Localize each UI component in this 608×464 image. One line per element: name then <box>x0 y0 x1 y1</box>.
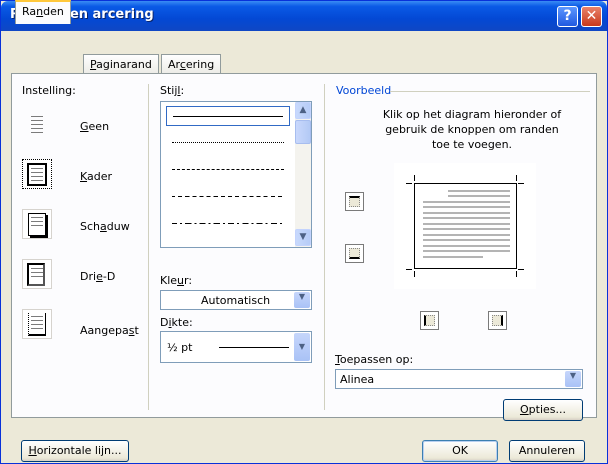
voorbeeld-instruction-2: gebruik de knoppen om randen <box>385 123 559 136</box>
setting-geen-icon[interactable] <box>22 109 52 139</box>
style-solid[interactable] <box>166 106 290 126</box>
tab-arcering[interactable]: Arcering <box>161 54 222 74</box>
voorbeeld-label: Voorbeeld <box>336 84 392 97</box>
setting-kader-label[interactable]: Kader <box>80 170 112 183</box>
stijl-listbox[interactable]: ▲ ▼ <box>160 101 312 248</box>
kleur-select[interactable]: Automatisch ▼ <box>160 290 312 310</box>
bottom-border-button[interactable] <box>345 244 364 263</box>
style-dashed[interactable] <box>166 187 290 207</box>
right-border-button[interactable] <box>488 311 507 330</box>
setting-driedim-label[interactable]: Drie-D <box>80 270 115 283</box>
style-dotted[interactable] <box>166 133 290 153</box>
chevron-down-icon[interactable]: ▼ <box>294 292 310 308</box>
scroll-thumb[interactable] <box>295 120 311 144</box>
setting-schaduw-label[interactable]: Schaduw <box>80 220 130 233</box>
setting-kader-icon[interactable] <box>22 159 52 189</box>
page-no-border-icon <box>28 113 46 136</box>
page-box-icon <box>27 163 47 186</box>
left-border-button[interactable] <box>420 311 439 330</box>
tab-paginarand[interactable]: Paginarand <box>83 54 159 74</box>
page-custom-icon <box>28 313 46 336</box>
voorbeeld-rule <box>390 91 590 92</box>
column-divider-2 <box>324 84 325 410</box>
style-fine-dash[interactable] <box>166 160 290 180</box>
setting-schaduw-icon[interactable] <box>22 209 52 239</box>
voorbeeld-instruction-3: toe te voegen. <box>431 138 513 151</box>
title-bar[interactable]: Randen en arcering ? ✕ <box>1 1 607 31</box>
voorbeeld-instruction-1: Klik op het diagram hieronder of <box>382 108 562 121</box>
setting-aangepast-label[interactable]: Aangepast <box>80 324 139 337</box>
stijl-label: Stijl: <box>160 84 185 97</box>
toepassen-select[interactable]: Alinea ▼ <box>335 369 583 389</box>
opties-button[interactable]: Opties... <box>503 399 583 421</box>
dikte-select[interactable]: ½ pt ▼ <box>160 331 312 363</box>
close-icon[interactable]: ✕ <box>581 6 602 27</box>
help-icon[interactable]: ? <box>557 6 578 27</box>
kleur-label: Kleur: <box>160 274 193 287</box>
annuleren-button[interactable]: Annuleren <box>509 440 585 462</box>
setting-geen-label[interactable]: Geen <box>80 120 109 133</box>
instelling-label: Instelling: <box>22 84 76 97</box>
thickness-sample <box>219 347 289 348</box>
page-shadow-icon <box>28 213 46 236</box>
setting-driedim-icon[interactable] <box>22 259 52 289</box>
horizontale-lijn-button[interactable]: Horizontale lijn... <box>21 440 129 462</box>
stijl-scrollbar[interactable]: ▲ ▼ <box>295 102 311 247</box>
chevron-down-icon[interactable]: ▼ <box>565 371 581 387</box>
top-border-button[interactable] <box>345 192 364 211</box>
dikte-label: Dikte: <box>160 316 193 329</box>
chevron-down-icon[interactable]: ▼ <box>294 333 310 361</box>
ok-button[interactable]: OK <box>422 440 498 462</box>
chevron-down-icon[interactable]: ▼ <box>295 229 311 246</box>
column-divider <box>148 84 149 410</box>
setting-aangepast-icon[interactable] <box>22 309 52 339</box>
dialog-window: Randen en arcering ? ✕ Randen Paginarand… <box>0 0 608 464</box>
page-3d-icon <box>27 263 45 286</box>
border-preview[interactable] <box>394 163 536 289</box>
chevron-up-icon[interactable]: ▲ <box>295 102 311 119</box>
style-dash-dot[interactable] <box>166 214 290 234</box>
preview-page <box>414 183 517 269</box>
tab-randen[interactable]: Randen <box>15 0 71 24</box>
toepassen-label: Toepassen op: <box>335 353 414 366</box>
